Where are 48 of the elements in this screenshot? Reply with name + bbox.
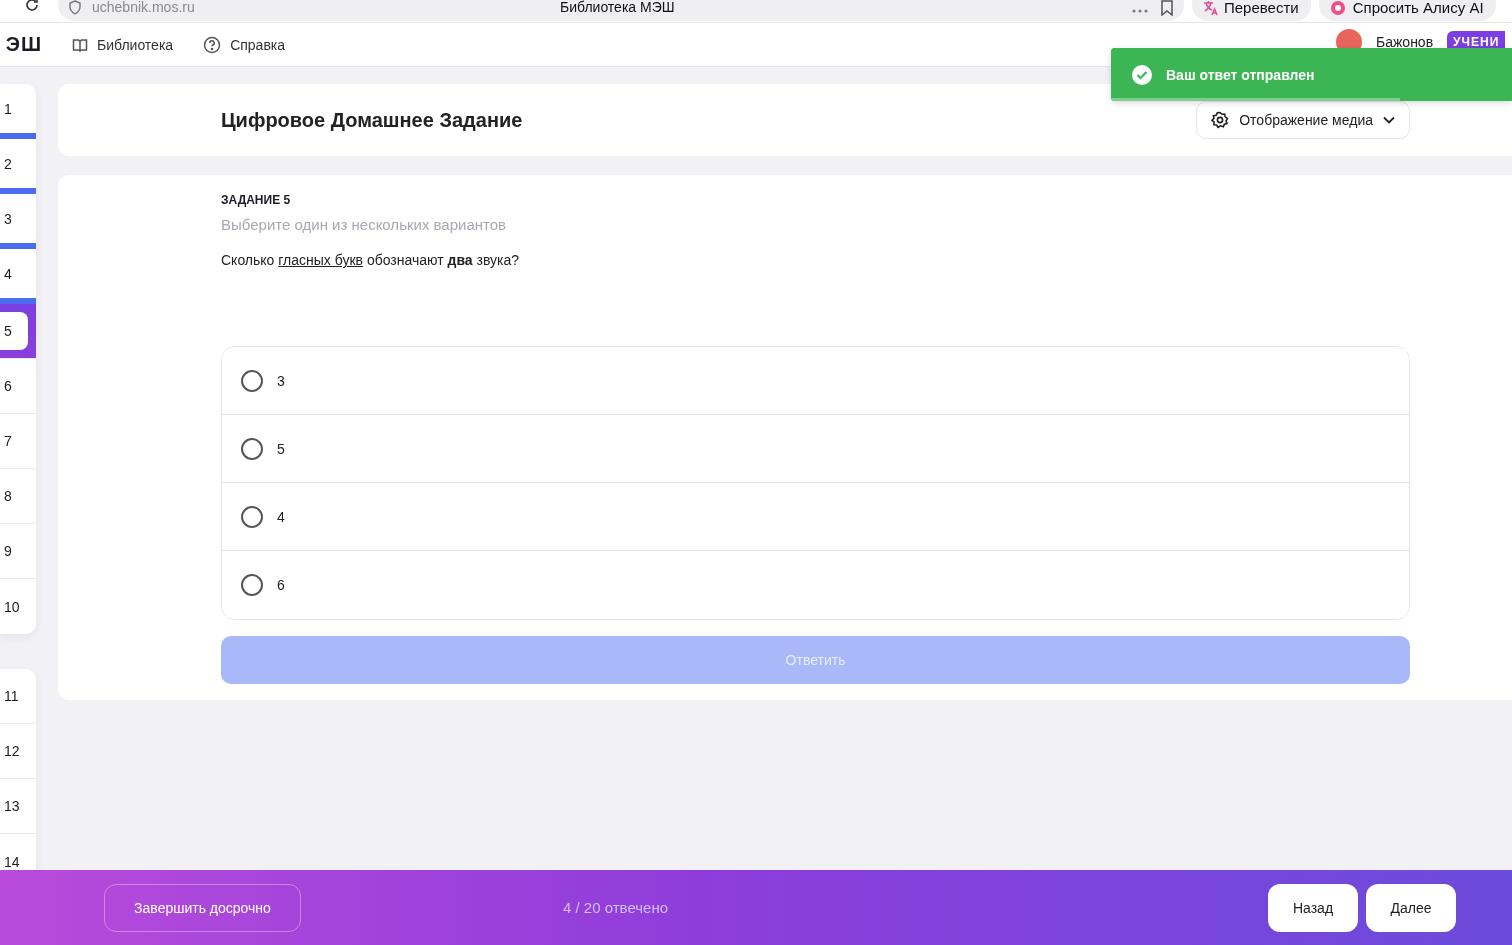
nav-link[interactable]: Справка bbox=[203, 35, 286, 54]
question-nav-item[interactable]: 6 bbox=[0, 359, 36, 414]
chevron-down-icon bbox=[1383, 116, 1395, 124]
question-nav-item[interactable]: 5 bbox=[0, 304, 36, 359]
alice-icon bbox=[1328, 0, 1347, 16]
user-name: Бажонов bbox=[1376, 34, 1434, 50]
question-nav-item[interactable]: 1 bbox=[0, 84, 36, 139]
radio-button[interactable] bbox=[241, 505, 263, 528]
answer-option[interactable]: 3 bbox=[222, 347, 1409, 415]
question-nav-item[interactable]: 12 bbox=[0, 724, 36, 779]
question-nav-item[interactable]: 13 bbox=[0, 779, 36, 834]
nav-link[interactable]: Библиотека bbox=[72, 36, 174, 53]
question-text: Сколько гласных букв обозначают два звука? bbox=[221, 252, 521, 268]
question-nav-item[interactable]: 8 bbox=[0, 469, 36, 524]
book-icon bbox=[72, 36, 88, 53]
question-nav-item[interactable]: 7 bbox=[0, 414, 36, 469]
tab-title: Библиотека МЭШ bbox=[560, 0, 675, 15]
glossary-link[interactable]: гласных букв bbox=[278, 252, 363, 268]
more-icon[interactable] bbox=[1132, 9, 1148, 13]
settings-icon bbox=[1211, 111, 1230, 129]
radio-button[interactable] bbox=[241, 437, 263, 460]
question-nav-item[interactable]: 2 bbox=[0, 139, 36, 194]
bookmark-icon[interactable] bbox=[1160, 0, 1174, 16]
shield-icon bbox=[68, 0, 82, 15]
radio-button[interactable] bbox=[241, 574, 263, 596]
help-icon bbox=[203, 35, 222, 54]
translate-icon bbox=[1202, 0, 1218, 16]
task-number: ЗАДАНИЕ 5 bbox=[221, 193, 292, 207]
refresh-icon[interactable] bbox=[24, 0, 40, 13]
toast-message: Ваш ответ отправлен bbox=[1166, 66, 1315, 83]
task-instruction: Выберите один из нескольких вариантов bbox=[221, 216, 508, 233]
address-bar[interactable]: uchebnik.mos.ru Библиотека МЭШ bbox=[58, 0, 1184, 21]
page-title: Цифровое Домашнее Задание bbox=[221, 108, 523, 132]
logo[interactable]: ЭШ bbox=[0, 33, 42, 56]
media-display-dropdown[interactable]: Отображение медиа bbox=[1196, 101, 1410, 139]
back-button[interactable]: Назад bbox=[1268, 883, 1358, 932]
question-nav-item[interactable]: 10 bbox=[0, 579, 36, 634]
check-icon bbox=[1132, 64, 1152, 85]
question-nav-item[interactable]: 14 bbox=[0, 834, 36, 870]
finish-early-button[interactable]: Завершить досрочно bbox=[104, 883, 301, 932]
question-nav-item[interactable]: 9 bbox=[0, 524, 36, 579]
next-button[interactable]: Далее bbox=[1366, 883, 1456, 932]
question-nav-item[interactable]: 11 bbox=[0, 669, 36, 724]
assistant-button[interactable]: Спросить Алису AI bbox=[1318, 0, 1496, 21]
radio-button[interactable] bbox=[241, 369, 263, 392]
translate-button[interactable]: Перевести bbox=[1192, 0, 1311, 21]
progress-text: 4 / 20 отвечено bbox=[563, 899, 669, 916]
question-nav-item[interactable]: 3 bbox=[0, 194, 36, 249]
